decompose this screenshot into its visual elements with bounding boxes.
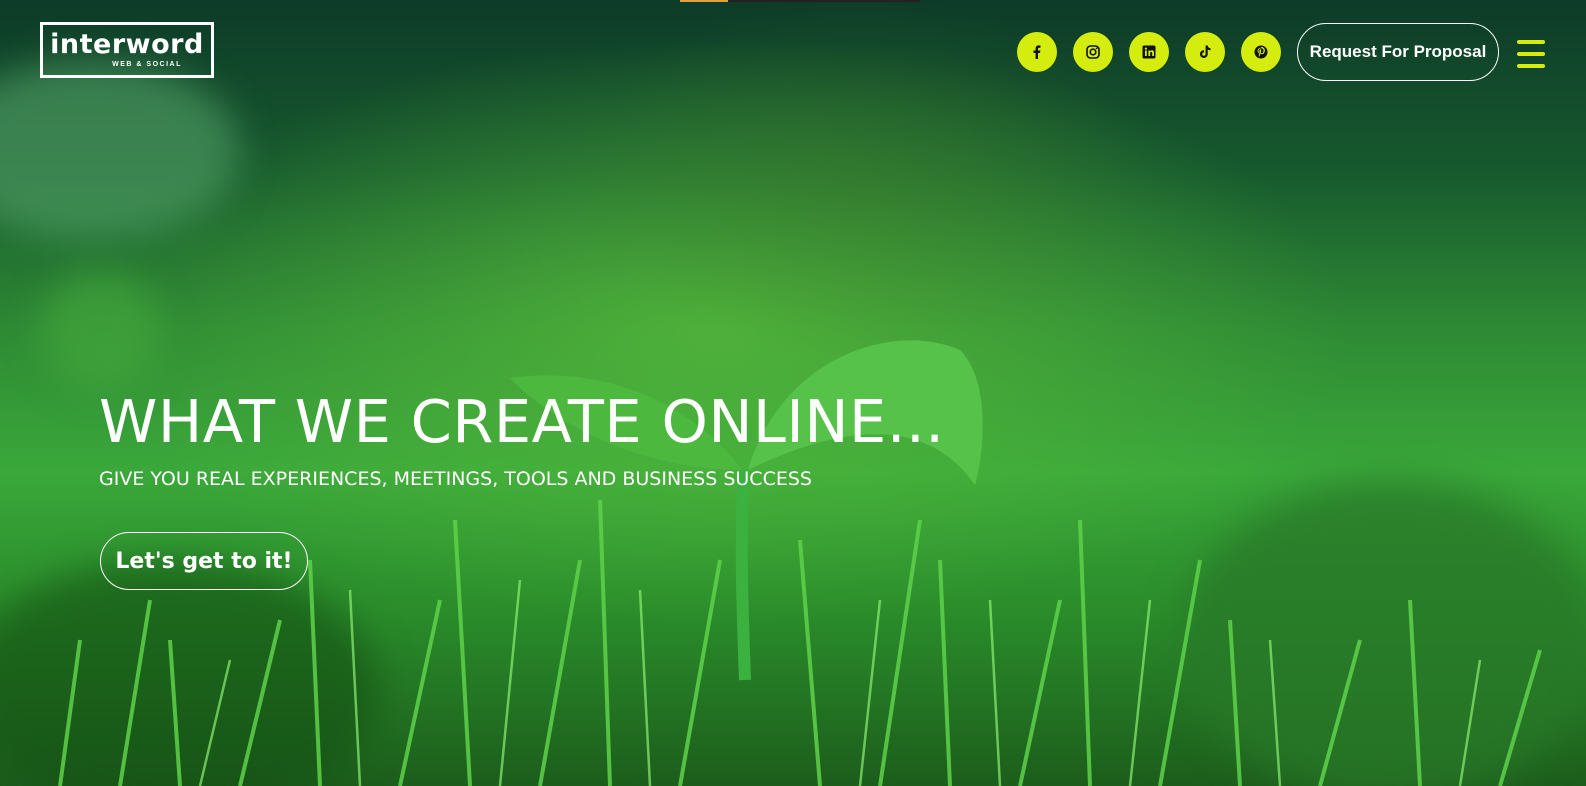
lets-get-to-it-button[interactable]: Let's get to it! xyxy=(100,532,308,590)
hamburger-line xyxy=(1517,64,1545,68)
hero-subtitle: GIVE YOU REAL EXPERIENCES, MEETINGS, TOO… xyxy=(99,468,812,490)
loading-progress-bar xyxy=(680,0,920,2)
pinterest-button[interactable] xyxy=(1241,32,1281,72)
social-links xyxy=(1017,32,1281,72)
facebook-icon xyxy=(1033,45,1041,59)
loading-progress-fill xyxy=(680,0,728,2)
instagram-button[interactable] xyxy=(1073,32,1113,72)
hamburger-line xyxy=(1517,40,1545,44)
instagram-icon xyxy=(1086,45,1100,59)
tiktok-icon xyxy=(1200,45,1211,58)
logo-wordmark: interword xyxy=(50,29,204,60)
request-for-proposal-button[interactable]: Request For Proposal xyxy=(1297,23,1499,81)
site-logo[interactable]: interword WEB & SOCIAL xyxy=(40,22,214,78)
hamburger-menu-icon[interactable] xyxy=(1517,40,1545,68)
tiktok-button[interactable] xyxy=(1185,32,1225,72)
facebook-button[interactable] xyxy=(1017,32,1057,72)
linkedin-icon xyxy=(1142,45,1156,59)
pinterest-icon xyxy=(1254,45,1268,59)
logo-tagline: WEB & SOCIAL xyxy=(112,61,182,68)
hamburger-line xyxy=(1517,52,1545,56)
hero-title: WHAT WE CREATE ONLINE... xyxy=(99,387,945,456)
linkedin-button[interactable] xyxy=(1129,32,1169,72)
